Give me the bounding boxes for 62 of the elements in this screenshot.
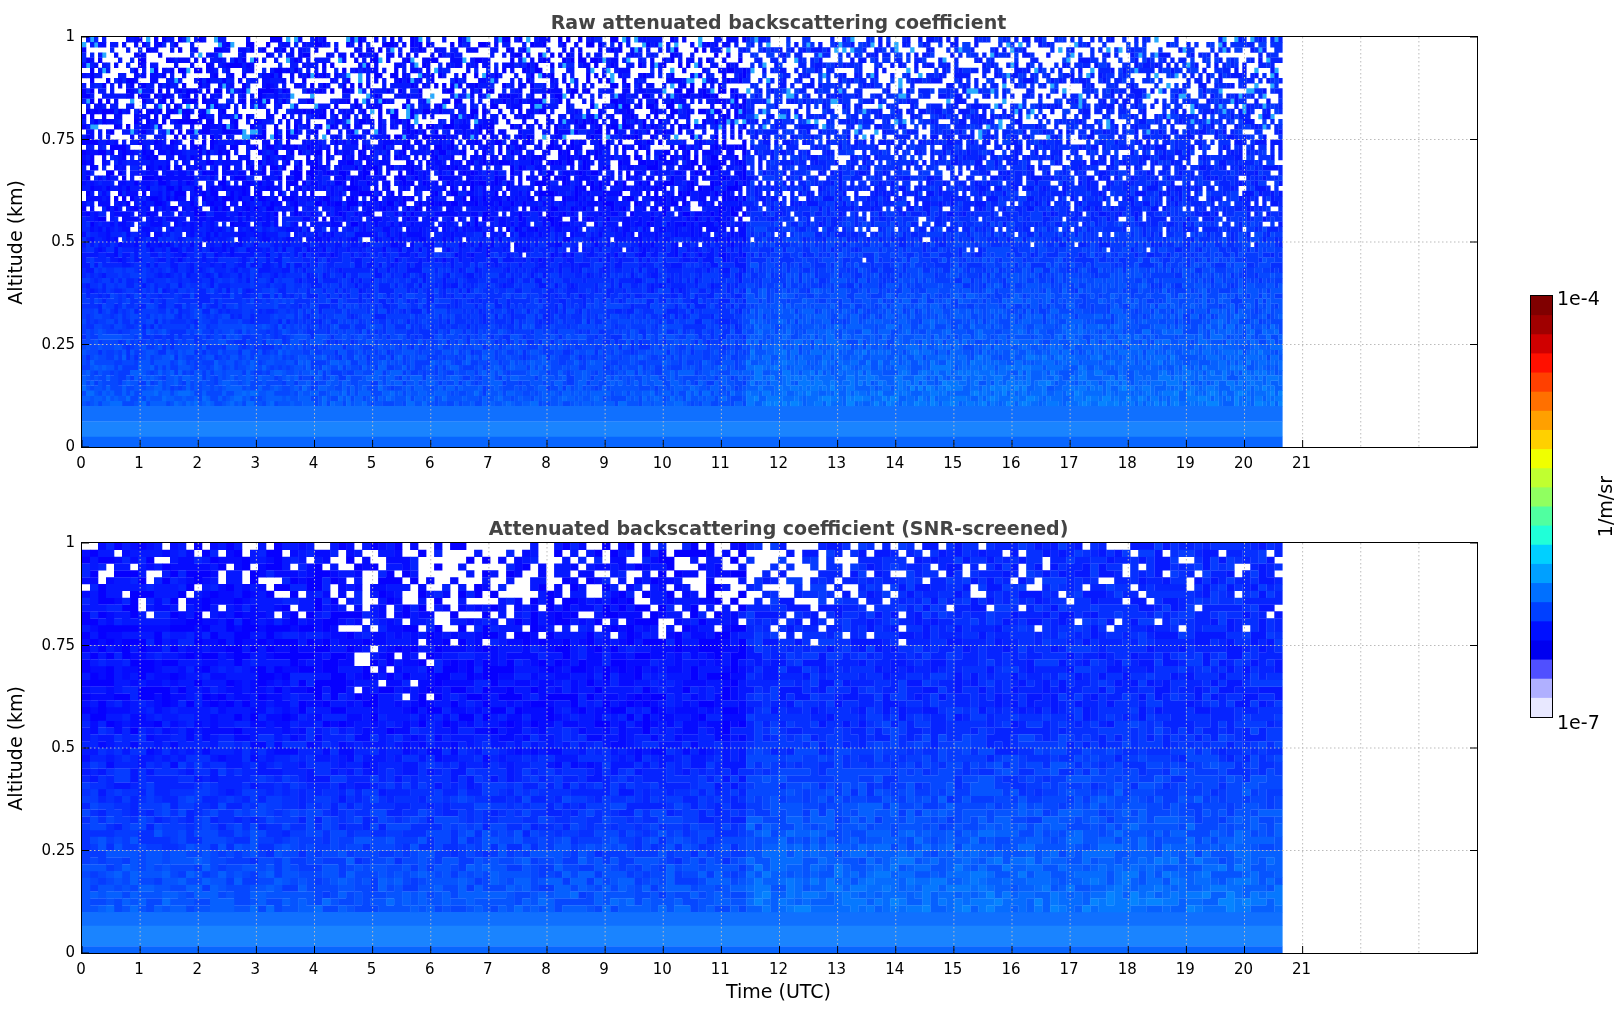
- y-tick-label: 1: [65, 27, 75, 45]
- colorbar-max-label: 1e-4: [1557, 289, 1600, 307]
- x-tick-label: 17: [1059, 960, 1079, 978]
- x-tick-label: 10: [652, 454, 672, 472]
- x-tick-label: 19: [1175, 454, 1195, 472]
- x-tick-label: 8: [541, 454, 551, 472]
- y-tick-label: 0: [65, 943, 75, 961]
- x-tick-label: 7: [483, 454, 493, 472]
- x-tick-label: 10: [652, 960, 672, 978]
- y-tick-label: 0.5: [51, 232, 75, 250]
- x-tick-label: 6: [425, 454, 435, 472]
- x-tick-label: 20: [1233, 960, 1254, 978]
- x-tick-label: 3: [250, 960, 261, 978]
- chart-title: Attenuated backscattering coefficient (SNR-screened): [487, 516, 1070, 541]
- x-tick-label: 12: [768, 454, 789, 472]
- x-tick-label: 14: [885, 960, 905, 978]
- x-tick-label: 3: [250, 454, 261, 472]
- x-tick-label: 5: [366, 960, 377, 978]
- x-tick-label: 4: [308, 960, 319, 978]
- y-tick-label: 1: [65, 533, 75, 551]
- x-tick-label: 21: [1292, 454, 1312, 472]
- x-tick-label: 15: [943, 454, 963, 472]
- x-tick-label: 17: [1059, 454, 1079, 472]
- x-tick-label: 16: [1001, 960, 1021, 978]
- y-tick-label: 0.75: [41, 129, 75, 148]
- x-tick-label: 21: [1292, 960, 1312, 978]
- x-tick-label: 18: [1117, 960, 1137, 978]
- x-tick-label: 2: [192, 960, 202, 978]
- x-tick-label: 8: [541, 960, 551, 978]
- x-axis-label: Time (UTC): [726, 980, 831, 1002]
- x-tick-label: 4: [308, 454, 319, 472]
- y-tick-label: 0.25: [41, 840, 75, 859]
- x-tick-label: 20: [1233, 454, 1254, 472]
- x-tick-label: 9: [599, 454, 609, 472]
- x-tick-label: 11: [710, 960, 730, 978]
- x-tick-label: 0: [76, 960, 86, 978]
- x-tick-label: 11: [710, 454, 730, 472]
- x-tick-label: 1: [134, 960, 144, 978]
- x-tick-label: 1: [134, 454, 144, 472]
- x-tick-label: 12: [768, 960, 789, 978]
- x-tick-label: 5: [366, 454, 377, 472]
- x-tick-label: 14: [885, 454, 905, 472]
- colorbar-min-label: 1e-7: [1557, 713, 1600, 731]
- x-tick-label: 9: [599, 960, 609, 978]
- colorbar-unit-label: 1/m/sr: [1593, 476, 1616, 538]
- y-axis-label: Altitude (km): [4, 685, 26, 811]
- x-tick-label: 13: [827, 454, 847, 472]
- x-tick-label: 18: [1117, 454, 1137, 472]
- x-tick-label: 19: [1175, 960, 1195, 978]
- y-tick-label: 0.25: [41, 334, 75, 353]
- x-tick-label: 16: [1001, 454, 1021, 472]
- x-tick-label: 0: [76, 454, 86, 472]
- y-tick-label: 0: [65, 437, 75, 455]
- y-axis-label: Altitude (km): [4, 179, 26, 305]
- chart-title: Raw attenuated backscattering coefficient: [549, 10, 1008, 35]
- y-tick-label: 0.75: [41, 635, 75, 654]
- x-tick-label: 13: [827, 960, 847, 978]
- x-tick-label: 7: [483, 960, 493, 978]
- x-tick-label: 15: [943, 960, 963, 978]
- x-tick-label: 6: [425, 960, 435, 978]
- y-tick-label: 0.5: [51, 738, 75, 756]
- x-tick-label: 2: [192, 454, 202, 472]
